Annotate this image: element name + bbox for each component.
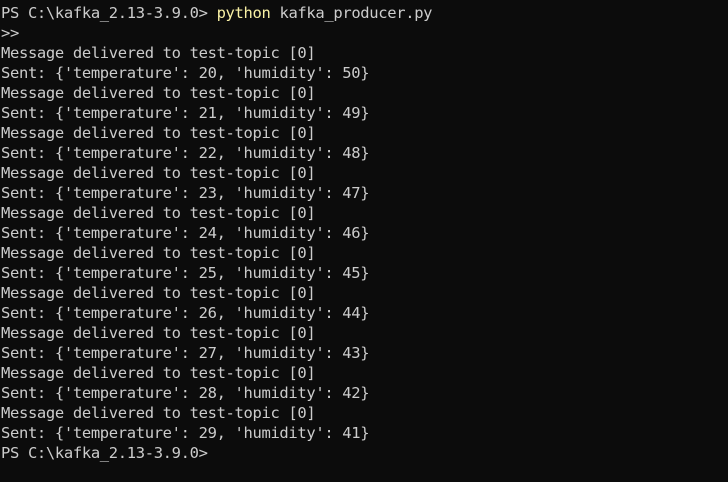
output-line: Message delivered to test-topic [0] — [1, 284, 316, 302]
prompt: PS C:\kafka_2.13-3.9.0> — [1, 4, 217, 22]
output-line: Sent: {'temperature': 21, 'humidity': 49… — [1, 104, 370, 122]
prompt: PS C:\kafka_2.13-3.9.0> — [1, 444, 208, 462]
output-line: Message delivered to test-topic [0] — [1, 364, 316, 382]
terminal-window[interactable]: PS C:\kafka_2.13-3.9.0> python kafka_pro… — [0, 0, 728, 482]
output-line: Message delivered to test-topic [0] — [1, 244, 316, 262]
output-line: Sent: {'temperature': 27, 'humidity': 43… — [1, 344, 370, 362]
output-line: Sent: {'temperature': 23, 'humidity': 47… — [1, 184, 370, 202]
output-line: Message delivered to test-topic [0] — [1, 84, 316, 102]
output-line: Message delivered to test-topic [0] — [1, 164, 316, 182]
command-args: kafka_producer.py — [270, 4, 433, 22]
output-line: Sent: {'temperature': 28, 'humidity': 42… — [1, 384, 370, 402]
output-line: Message delivered to test-topic [0] — [1, 124, 316, 142]
final-prompt[interactable]: PS C:\kafka_2.13-3.9.0> — [1, 443, 728, 463]
output-line: Message delivered to test-topic [0] — [1, 404, 316, 422]
output-line: Sent: {'temperature': 22, 'humidity': 48… — [1, 144, 370, 162]
output-line: Message delivered to test-topic [0] — [1, 44, 316, 62]
output-line: Message delivered to test-topic [0] — [1, 204, 316, 222]
command-line: PS C:\kafka_2.13-3.9.0> python kafka_pro… — [1, 3, 728, 23]
output-line: Sent: {'temperature': 20, 'humidity': 50… — [1, 64, 370, 82]
continuation-prompt: >> — [1, 24, 19, 42]
command-name: python — [216, 4, 271, 22]
output-line: Sent: {'temperature': 24, 'humidity': 46… — [1, 224, 370, 242]
output-line: Sent: {'temperature': 25, 'humidity': 45… — [1, 264, 370, 282]
output-line: Sent: {'temperature': 26, 'humidity': 44… — [1, 304, 370, 322]
output-line: Message delivered to test-topic [0] — [1, 324, 316, 342]
output-line: Sent: {'temperature': 29, 'humidity': 41… — [1, 424, 370, 442]
